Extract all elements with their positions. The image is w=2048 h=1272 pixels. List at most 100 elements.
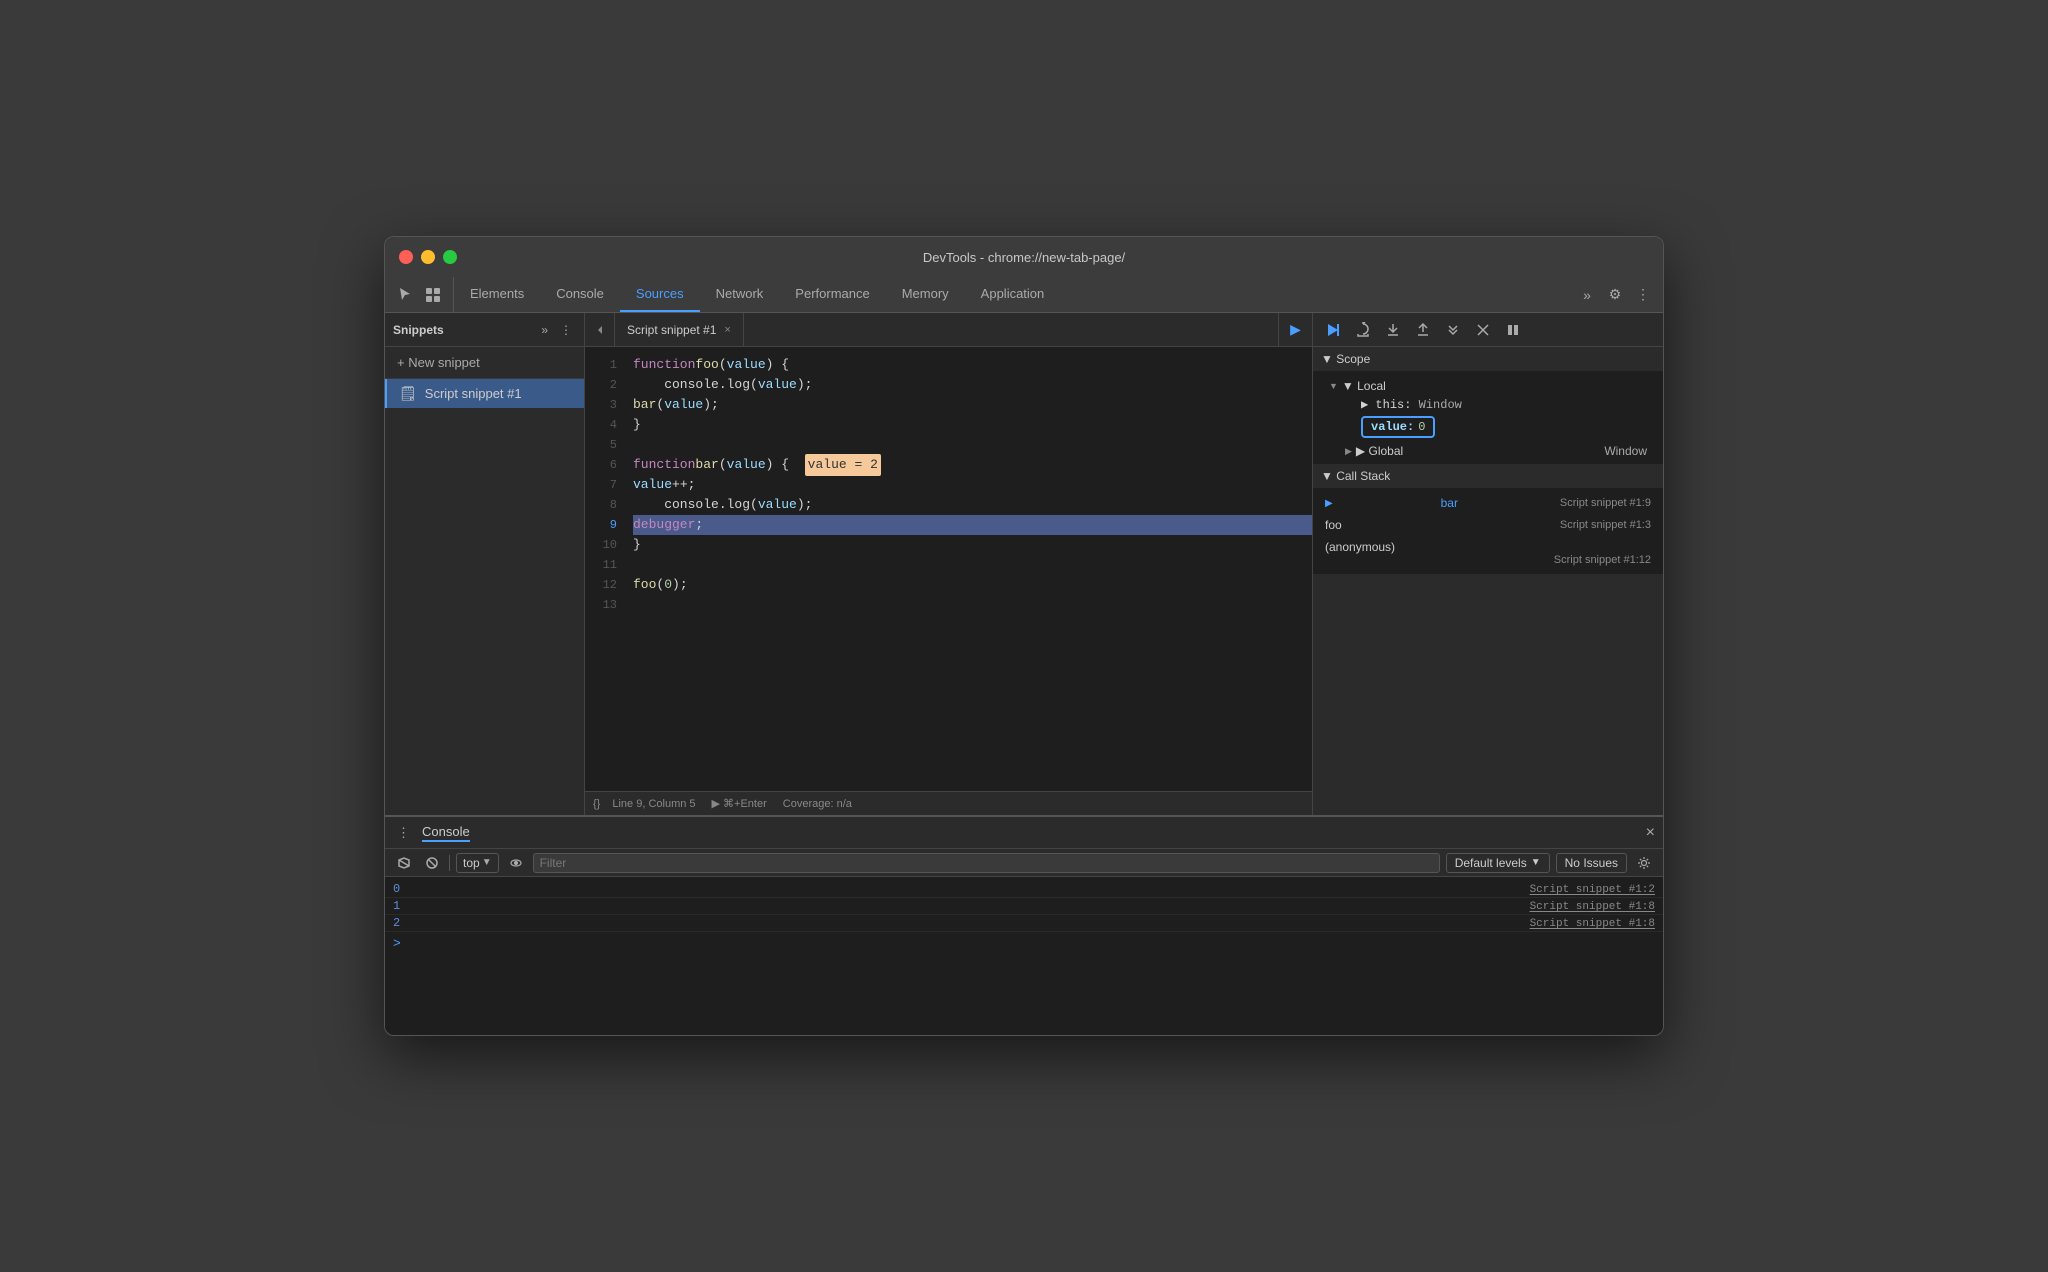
debug-step-over-button[interactable] — [1351, 318, 1375, 342]
line-num-1: 1 — [585, 355, 625, 375]
console-settings-button[interactable] — [1633, 852, 1655, 874]
new-snippet-button[interactable]: + New snippet — [385, 347, 584, 379]
cursor-icon[interactable] — [393, 283, 417, 307]
scope-value-item: value: 0 — [1329, 414, 1647, 440]
console-toolbar: top ▼ Default levels ▼ No Issues — [385, 849, 1663, 877]
tab-performance[interactable]: Performance — [779, 277, 885, 312]
debug-step-out-button[interactable] — [1411, 318, 1435, 342]
code-line-5 — [633, 435, 1312, 455]
console-panel: ⋮ Console × top ▼ Default levels ▼ — [385, 815, 1663, 1035]
editor-tab-close-button[interactable]: × — [724, 324, 730, 336]
scope-section-label: ▼ Scope — [1321, 352, 1370, 366]
top-label: top — [463, 856, 480, 870]
more-tabs-button[interactable]: » — [1575, 283, 1599, 307]
tab-sources[interactable]: Sources — [620, 277, 700, 312]
sidebar-title: Snippets — [393, 323, 537, 337]
code-line-9: debugger; — [633, 515, 1312, 535]
console-output-line-1: 1 Script snippet #1:8 — [385, 898, 1663, 915]
line-num-8: 8 — [585, 495, 625, 515]
console-filter-input[interactable] — [533, 853, 1440, 873]
debug-step-into-button[interactable] — [1381, 318, 1405, 342]
global-triangle-icon: ▶ — [1345, 446, 1352, 457]
callstack-section-label: ▼ Call Stack — [1321, 469, 1390, 483]
code-line-11 — [633, 555, 1312, 575]
code-line-3: bar(value); — [633, 395, 1312, 415]
console-menu-button[interactable]: ⋮ — [393, 823, 414, 843]
snippet-file-icon: 🗒 — [399, 385, 417, 402]
line-num-6: 6 — [585, 455, 625, 475]
value-key-label: value: — [1371, 420, 1414, 434]
callstack-section-header[interactable]: ▼ Call Stack — [1313, 464, 1663, 488]
tab-console[interactable]: Console — [540, 277, 620, 312]
editor-file-tab[interactable]: Script snippet #1 × — [615, 313, 744, 346]
window-title: DevTools - chrome://new-tab-page/ — [923, 250, 1125, 265]
sidebar-menu-button[interactable]: ⋮ — [556, 321, 576, 339]
tab-elements[interactable]: Elements — [454, 277, 540, 312]
console-clear-button[interactable] — [393, 852, 415, 874]
sidebar-header: Snippets » ⋮ — [385, 313, 584, 347]
scope-local-header[interactable]: ▼ ▼ Local — [1329, 377, 1647, 395]
default-levels-button[interactable]: Default levels ▼ — [1446, 853, 1550, 873]
top-context-selector[interactable]: top ▼ — [456, 853, 499, 873]
settings-button[interactable]: ⚙ — [1603, 283, 1627, 307]
debug-pause-button[interactable] — [1501, 318, 1525, 342]
editor-nav-back[interactable] — [585, 313, 615, 346]
callstack-item-anon[interactable]: (anonymous) Script snippet #1:12 — [1313, 536, 1663, 570]
no-issues-button[interactable]: No Issues — [1556, 853, 1627, 873]
tab-network[interactable]: Network — [700, 277, 780, 312]
close-button[interactable] — [399, 250, 413, 264]
console-loc-1[interactable]: Script snippet #1:8 — [1530, 901, 1655, 913]
traffic-lights — [399, 250, 457, 264]
scope-global-header[interactable]: ▶ ▶ Global — [1345, 444, 1403, 458]
code-line-10: } — [633, 535, 1312, 555]
main-content: Snippets » ⋮ + New snippet 🗒 Script snip… — [385, 313, 1663, 815]
minimize-button[interactable] — [421, 250, 435, 264]
code-editor[interactable]: function foo(value) { console.log(value)… — [625, 347, 1312, 791]
line-num-12: 12 — [585, 575, 625, 595]
console-output-line-0: 0 Script snippet #1:2 — [385, 881, 1663, 898]
callstack-item-bar[interactable]: bar Script snippet #1:9 — [1313, 492, 1663, 514]
console-header: ⋮ Console × — [385, 817, 1663, 849]
console-block-button[interactable] — [421, 852, 443, 874]
snippet-item[interactable]: 🗒 Script snippet #1 — [385, 379, 584, 408]
scope-section-header[interactable]: ▼ Scope — [1313, 347, 1663, 371]
scope-global-value: Window — [1604, 444, 1647, 458]
more-settings-button[interactable]: ⋮ — [1631, 283, 1655, 307]
scope-this-label: ▶ this: — [1361, 398, 1411, 412]
tab-memory[interactable]: Memory — [886, 277, 965, 312]
callstack-anon-location: Script snippet #1:12 — [1554, 554, 1651, 566]
maximize-button[interactable] — [443, 250, 457, 264]
debug-resume-button[interactable] — [1321, 318, 1345, 342]
line-num-9: 9 — [585, 515, 625, 535]
scope-this-value: Window — [1419, 398, 1462, 412]
sidebar-header-icons: » ⋮ — [537, 321, 576, 339]
value-num-label: 0 — [1418, 420, 1425, 434]
scope-global-row: ▶ ▶ Global Window — [1313, 442, 1663, 460]
local-triangle-icon: ▼ — [1329, 381, 1338, 391]
new-snippet-label: + New snippet — [397, 355, 480, 370]
console-output: 0 Script snippet #1:2 1 Script snippet #… — [385, 877, 1663, 1035]
debug-deactivate-button[interactable] — [1471, 318, 1495, 342]
editor-run-button[interactable]: ▶ — [1278, 313, 1312, 346]
main-tabs: Elements Console Sources Network Perform… — [454, 277, 1567, 312]
inspect-icon[interactable] — [421, 283, 445, 307]
format-label: {} — [593, 798, 600, 810]
sidebar-more-button[interactable]: » — [537, 321, 552, 339]
debug-step-button[interactable] — [1441, 318, 1465, 342]
editor-file-name: Script snippet #1 — [627, 323, 716, 337]
snippet-name: Script snippet #1 — [425, 386, 522, 401]
console-loc-2[interactable]: Script snippet #1:8 — [1530, 918, 1655, 930]
callstack-item-foo[interactable]: foo Script snippet #1:3 — [1313, 514, 1663, 536]
scope-local-section: ▼ ▼ Local ▶ this: Window value: 0 — [1313, 375, 1663, 442]
tab-application[interactable]: Application — [965, 277, 1061, 312]
value-box[interactable]: value: 0 — [1361, 416, 1435, 438]
console-prompt[interactable]: > — [385, 932, 1663, 955]
status-format[interactable]: {} — [593, 798, 600, 810]
console-close-button[interactable]: × — [1646, 824, 1655, 842]
console-eye-button[interactable] — [505, 852, 527, 874]
code-area[interactable]: 1 2 3 4 5 6 7 8 9 10 11 12 13 function f… — [585, 347, 1312, 791]
console-loc-0[interactable]: Script snippet #1:2 — [1530, 884, 1655, 896]
code-line-4: } — [633, 415, 1312, 435]
code-line-6: function bar(value) { value = 2 — [633, 455, 1312, 475]
callstack-content: bar Script snippet #1:9 foo Script snipp… — [1313, 488, 1663, 574]
